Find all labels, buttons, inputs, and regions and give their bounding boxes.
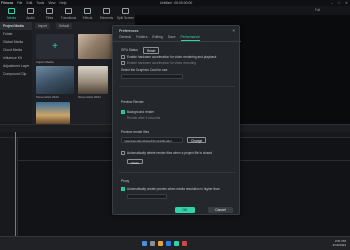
browser-icon[interactable] bbox=[166, 241, 171, 246]
proxy-auto-label: Automatically create proxies when media … bbox=[127, 187, 220, 191]
tool-label: Split Screen bbox=[116, 15, 135, 20]
dialog-title: Preferences bbox=[119, 29, 139, 33]
graphics-card-select[interactable] bbox=[121, 74, 183, 79]
tool-titles[interactable]: Titles bbox=[40, 6, 59, 22]
gpu-status-label: GPU Status bbox=[121, 48, 138, 52]
tool-audio[interactable]: Audio bbox=[21, 6, 40, 22]
sidebar-item-folder[interactable]: Folder bbox=[0, 30, 32, 38]
auto-delete-checkbox[interactable] bbox=[121, 151, 125, 155]
sidebar-item-project-media[interactable]: Project Media bbox=[0, 22, 32, 30]
ok-button[interactable]: OK bbox=[175, 207, 195, 213]
tool-label: Transitions bbox=[60, 15, 77, 20]
graphics-card-label: Select the Graphics Card for use: bbox=[121, 68, 169, 72]
render-after-label: Render after 5 seconds bbox=[127, 116, 161, 120]
sidebar-item-global-media[interactable]: Global Media bbox=[0, 38, 32, 46]
proxy-heading: Proxy bbox=[121, 179, 130, 183]
sidebar-item-compound-clip[interactable]: Compound Clip bbox=[0, 70, 32, 78]
media-thumbnail[interactable] bbox=[36, 102, 70, 124]
render-path-field[interactable]: /users/wondershare/Filmora/Render bbox=[121, 137, 183, 143]
hw-decode-label: Enable hardware acceleration for video d… bbox=[127, 61, 197, 65]
tool-label: Titles bbox=[45, 15, 54, 20]
maximize-icon[interactable]: □ bbox=[338, 1, 340, 5]
sidebar-item-cloud-media[interactable]: Cloud Media bbox=[0, 46, 32, 54]
section-divider bbox=[119, 86, 235, 87]
tool-effects[interactable]: Effects bbox=[78, 6, 97, 22]
search-icon[interactable] bbox=[150, 241, 155, 246]
default-sort-dropdown[interactable]: Default bbox=[56, 23, 73, 29]
system-tray[interactable]: 3:51 PM 2/19/2024 bbox=[332, 239, 346, 248]
effects-icon bbox=[84, 8, 91, 14]
preferences-dialog: Preferences × General Folders Editing Sa… bbox=[112, 25, 241, 215]
close-window-icon[interactable]: ✕ bbox=[345, 1, 348, 5]
start-icon[interactable] bbox=[142, 241, 147, 246]
cancel-button[interactable]: Cancel bbox=[208, 207, 233, 213]
tool-label: Audio bbox=[26, 15, 35, 20]
window-controls: – □ ✕ bbox=[331, 1, 348, 5]
media-thumbnail[interactable] bbox=[78, 66, 108, 94]
media-thumbnail[interactable] bbox=[78, 34, 116, 59]
background-render-label: Background render bbox=[127, 110, 155, 114]
tile-label: Import Media bbox=[36, 60, 54, 64]
minimize-icon[interactable]: – bbox=[331, 1, 333, 5]
hw-accel-label: Enable hardware acceleration for video r… bbox=[127, 55, 217, 59]
media-sidebar: Project Media Folder Global Media Cloud … bbox=[0, 22, 32, 122]
os-taskbar: 3:51 PM 2/19/2024 bbox=[0, 236, 350, 250]
tool-label: Elements bbox=[99, 15, 114, 20]
preview-header: Full bbox=[135, 6, 350, 15]
tool-label: Media bbox=[7, 15, 16, 20]
menu-help[interactable]: Help bbox=[60, 1, 67, 5]
tool-label: Effects bbox=[82, 15, 93, 20]
transitions-icon bbox=[65, 8, 72, 14]
quality-dropdown[interactable]: Full bbox=[315, 8, 320, 12]
menu-view[interactable]: View bbox=[48, 1, 55, 5]
file-explorer-icon[interactable] bbox=[158, 241, 163, 246]
auto-delete-label: Automatically delete render files when a… bbox=[127, 151, 213, 155]
tile-label: Screenshot 2024 bbox=[78, 95, 101, 99]
sidebar-item-adjustment-layer[interactable]: Adjustment Layer bbox=[0, 62, 32, 70]
menu-edit[interactable]: Edit bbox=[26, 1, 32, 5]
sidebar-item-influence-kit[interactable]: Influence Kit bbox=[0, 54, 32, 62]
preview-render-heading: Preview Render bbox=[121, 100, 144, 104]
media-thumbnail[interactable] bbox=[36, 66, 74, 94]
tile-label: Screenshot 2024 bbox=[36, 95, 59, 99]
section-divider bbox=[119, 172, 235, 173]
change-path-button[interactable]: Change bbox=[187, 137, 207, 143]
audio-icon bbox=[27, 8, 34, 14]
app-title: Filmora bbox=[1, 1, 13, 5]
plus-icon: + bbox=[52, 40, 58, 52]
playhead[interactable] bbox=[15, 132, 16, 236]
gpu-reset-button[interactable]: Reset bbox=[143, 47, 160, 54]
import-button[interactable]: Import bbox=[35, 23, 51, 29]
split-screen-icon bbox=[122, 8, 129, 14]
filmora-icon[interactable] bbox=[174, 241, 179, 246]
media-icon bbox=[8, 8, 15, 14]
tool-transitions[interactable]: Transitions bbox=[59, 6, 78, 22]
tool-media[interactable]: Media bbox=[2, 6, 21, 22]
hw-accel-checkbox[interactable] bbox=[121, 55, 125, 59]
app-icon[interactable] bbox=[182, 241, 187, 246]
close-icon[interactable]: × bbox=[232, 28, 235, 33]
asset-toolbar: Media Audio Titles Transitions Effects E… bbox=[0, 6, 135, 22]
proxy-resolution-select[interactable] bbox=[127, 194, 167, 199]
menu-file[interactable]: File bbox=[17, 1, 22, 5]
titles-icon bbox=[46, 8, 53, 14]
hw-decode-checkbox[interactable] bbox=[121, 61, 125, 65]
tab-divider bbox=[113, 41, 241, 42]
proxy-auto-checkbox[interactable] bbox=[121, 187, 125, 191]
clean-button[interactable]: Clean bbox=[127, 159, 143, 165]
tool-split-screen[interactable]: Split Screen bbox=[116, 6, 135, 22]
document-title: Untitled : 00:00:00:00 bbox=[160, 1, 193, 5]
menu-tools[interactable]: Tools bbox=[36, 1, 44, 5]
render-files-label: Preview render files bbox=[121, 130, 149, 134]
elements-icon bbox=[103, 8, 110, 14]
tool-elements[interactable]: Elements bbox=[97, 6, 116, 22]
background-render-checkbox[interactable] bbox=[121, 110, 125, 114]
tray-date: 2/19/2024 bbox=[332, 242, 346, 247]
import-media-tile[interactable]: + bbox=[36, 34, 74, 59]
